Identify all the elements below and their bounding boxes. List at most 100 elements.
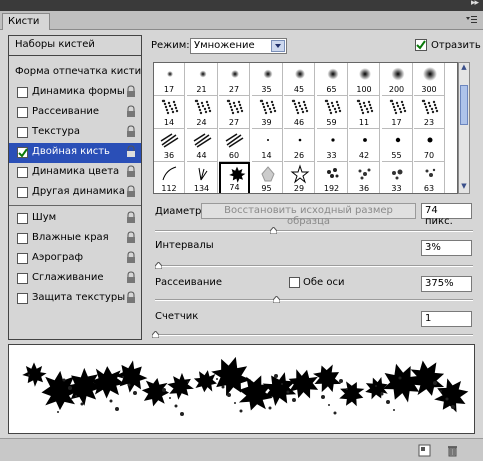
settings-item-checkbox[interactable] bbox=[17, 233, 28, 244]
lock-icon[interactable] bbox=[125, 125, 137, 139]
chevron-down-icon[interactable] bbox=[271, 40, 285, 52]
settings-item-checkbox[interactable] bbox=[17, 107, 28, 118]
brush-size-label: 74 bbox=[229, 183, 240, 192]
brush-preset-cell[interactable]: 29 bbox=[284, 162, 315, 193]
brush-preset-cell[interactable]: 14 bbox=[154, 96, 185, 129]
brush-preset-cell[interactable]: 26 bbox=[284, 129, 315, 162]
settings-item-checkbox[interactable] bbox=[17, 273, 28, 284]
brush-preset-cell[interactable]: 36 bbox=[349, 162, 380, 193]
brush-preset-cell[interactable]: 33 bbox=[316, 129, 348, 162]
brush-preset-cell[interactable]: 59 bbox=[316, 96, 348, 129]
count-field[interactable]: 1 bbox=[421, 311, 472, 327]
diameter-field[interactable]: 74 пикс. bbox=[421, 203, 472, 227]
brush-preset-cell[interactable]: 300 bbox=[414, 63, 445, 96]
lock-icon[interactable] bbox=[125, 105, 137, 119]
settings-item-checkbox[interactable] bbox=[17, 293, 28, 304]
brush-preset-cell[interactable]: 95 bbox=[252, 162, 283, 193]
settings-item-checkbox[interactable] bbox=[17, 127, 28, 138]
spacing-field[interactable]: 3% bbox=[421, 240, 472, 256]
brush-preset-cell[interactable]: 134 bbox=[187, 162, 218, 193]
lock-icon[interactable] bbox=[125, 185, 137, 199]
count-slider-knob[interactable] bbox=[151, 330, 160, 339]
settings-item[interactable]: Динамика цвета bbox=[9, 163, 141, 183]
settings-item[interactable]: Динамика формы bbox=[9, 83, 141, 103]
brush-preset-cell[interactable]: 27 bbox=[219, 63, 250, 96]
settings-item[interactable]: Другая динамика bbox=[9, 183, 141, 203]
settings-item[interactable]: Рассеивание bbox=[9, 103, 141, 123]
brush-preset-cell[interactable]: 65 bbox=[316, 63, 348, 96]
grid-scrollbar[interactable]: ▲ ▼ bbox=[458, 62, 470, 194]
new-preset-icon[interactable] bbox=[418, 444, 431, 457]
brush-preset-cell[interactable]: 35 bbox=[251, 63, 283, 96]
brush-preset-cell[interactable]: 45 bbox=[284, 63, 315, 96]
flip-checkbox[interactable] bbox=[415, 39, 427, 51]
lock-icon[interactable] bbox=[125, 251, 137, 265]
brush-preset-cell[interactable]: 21 bbox=[186, 63, 218, 96]
brush-preset-cell[interactable]: 60 bbox=[219, 129, 250, 162]
settings-item-checkbox[interactable] bbox=[17, 87, 28, 98]
lock-icon[interactable] bbox=[125, 85, 137, 99]
settings-item[interactable]: Сглаживание bbox=[9, 269, 141, 289]
stroke-speck-mark bbox=[127, 383, 131, 387]
brush-preset-cell[interactable]: 11 bbox=[349, 96, 380, 129]
lock-icon[interactable] bbox=[125, 165, 137, 179]
brush-preset-cell[interactable]: 39 bbox=[251, 96, 283, 129]
brush-preset-cell[interactable]: 55 bbox=[381, 129, 413, 162]
settings-item-checkbox[interactable] bbox=[17, 147, 28, 158]
brush-presets-button[interactable]: Наборы кистей bbox=[9, 36, 141, 56]
scroll-thumb[interactable] bbox=[460, 85, 468, 125]
scroll-down-icon[interactable]: ▼ bbox=[459, 182, 469, 193]
brush-preset-cell[interactable]: 42 bbox=[349, 129, 380, 162]
tab-brushes[interactable]: Кисти bbox=[2, 13, 50, 30]
brush-preset-cell[interactable]: 17 bbox=[381, 96, 413, 129]
brush-preset-cell[interactable]: 100 bbox=[349, 63, 380, 96]
settings-item[interactable]: Шум bbox=[9, 209, 141, 229]
settings-item-checkbox[interactable] bbox=[17, 213, 28, 224]
brush-preset-cell[interactable]: 17 bbox=[154, 63, 185, 96]
settings-item-checkbox[interactable] bbox=[17, 187, 28, 198]
mode-select[interactable]: Умножение bbox=[190, 38, 287, 54]
brush-preset-cell[interactable]: 14 bbox=[251, 129, 283, 162]
brush-preset-cell[interactable]: 24 bbox=[186, 96, 218, 129]
lock-icon[interactable] bbox=[125, 291, 137, 305]
diameter-slider[interactable] bbox=[155, 230, 473, 232]
brush-preset-cell[interactable]: 200 bbox=[381, 63, 413, 96]
scatter-slider[interactable] bbox=[155, 299, 473, 301]
settings-item[interactable]: Влажные края bbox=[9, 229, 141, 249]
settings-item[interactable]: Защита текстуры bbox=[9, 289, 141, 309]
panel-menu-icon[interactable] bbox=[465, 15, 477, 25]
both-axes-checkbox[interactable] bbox=[289, 277, 300, 288]
spacing-slider[interactable] bbox=[155, 265, 473, 267]
lock-icon[interactable] bbox=[125, 211, 137, 225]
brush-preset-cell[interactable]: 23 bbox=[414, 96, 445, 129]
restore-size-button[interactable]: Восстановить исходный размер образца bbox=[201, 203, 416, 227]
brush-preset-cell[interactable]: 36 bbox=[154, 129, 185, 162]
spacing-slider-knob[interactable] bbox=[154, 261, 163, 270]
brush-preset-cell[interactable]: 27 bbox=[219, 96, 250, 129]
brush-preset-cell[interactable]: 192 bbox=[317, 162, 348, 193]
collapse-icon[interactable]: ▸▸ bbox=[471, 0, 479, 8]
brush-preset-cell[interactable]: 46 bbox=[284, 96, 315, 129]
scroll-up-icon[interactable]: ▲ bbox=[459, 63, 469, 74]
panel-title-bar[interactable]: ▸▸ bbox=[0, 0, 483, 11]
settings-item-checkbox[interactable] bbox=[17, 253, 28, 264]
trash-icon[interactable] bbox=[446, 444, 459, 457]
brush-preset-cell[interactable]: 33 bbox=[382, 162, 413, 193]
brush-preset-cell[interactable]: 44 bbox=[186, 129, 218, 162]
settings-item[interactable]: Двойная кисть bbox=[9, 143, 141, 163]
diameter-slider-knob[interactable] bbox=[269, 226, 278, 235]
settings-item[interactable]: Аэрограф bbox=[9, 249, 141, 269]
lock-icon[interactable] bbox=[125, 271, 137, 285]
settings-item[interactable]: Текстура bbox=[9, 123, 141, 143]
settings-item-checkbox[interactable] bbox=[17, 167, 28, 178]
lock-icon[interactable] bbox=[125, 145, 137, 159]
lock-icon[interactable] bbox=[125, 231, 137, 245]
brush-preset-cell[interactable]: 63 bbox=[414, 162, 445, 193]
brush-preset-cell[interactable]: 70 bbox=[414, 129, 445, 162]
brush-tip-shape-item[interactable]: Форма отпечатка кисти bbox=[9, 63, 141, 83]
brush-preset-cell[interactable]: 112 bbox=[154, 162, 185, 193]
scatter-field[interactable]: 375% bbox=[421, 276, 472, 292]
brush-preset-cell[interactable]: 74 bbox=[219, 162, 250, 193]
count-slider[interactable] bbox=[155, 334, 473, 336]
scatter-slider-knob[interactable] bbox=[272, 295, 281, 304]
